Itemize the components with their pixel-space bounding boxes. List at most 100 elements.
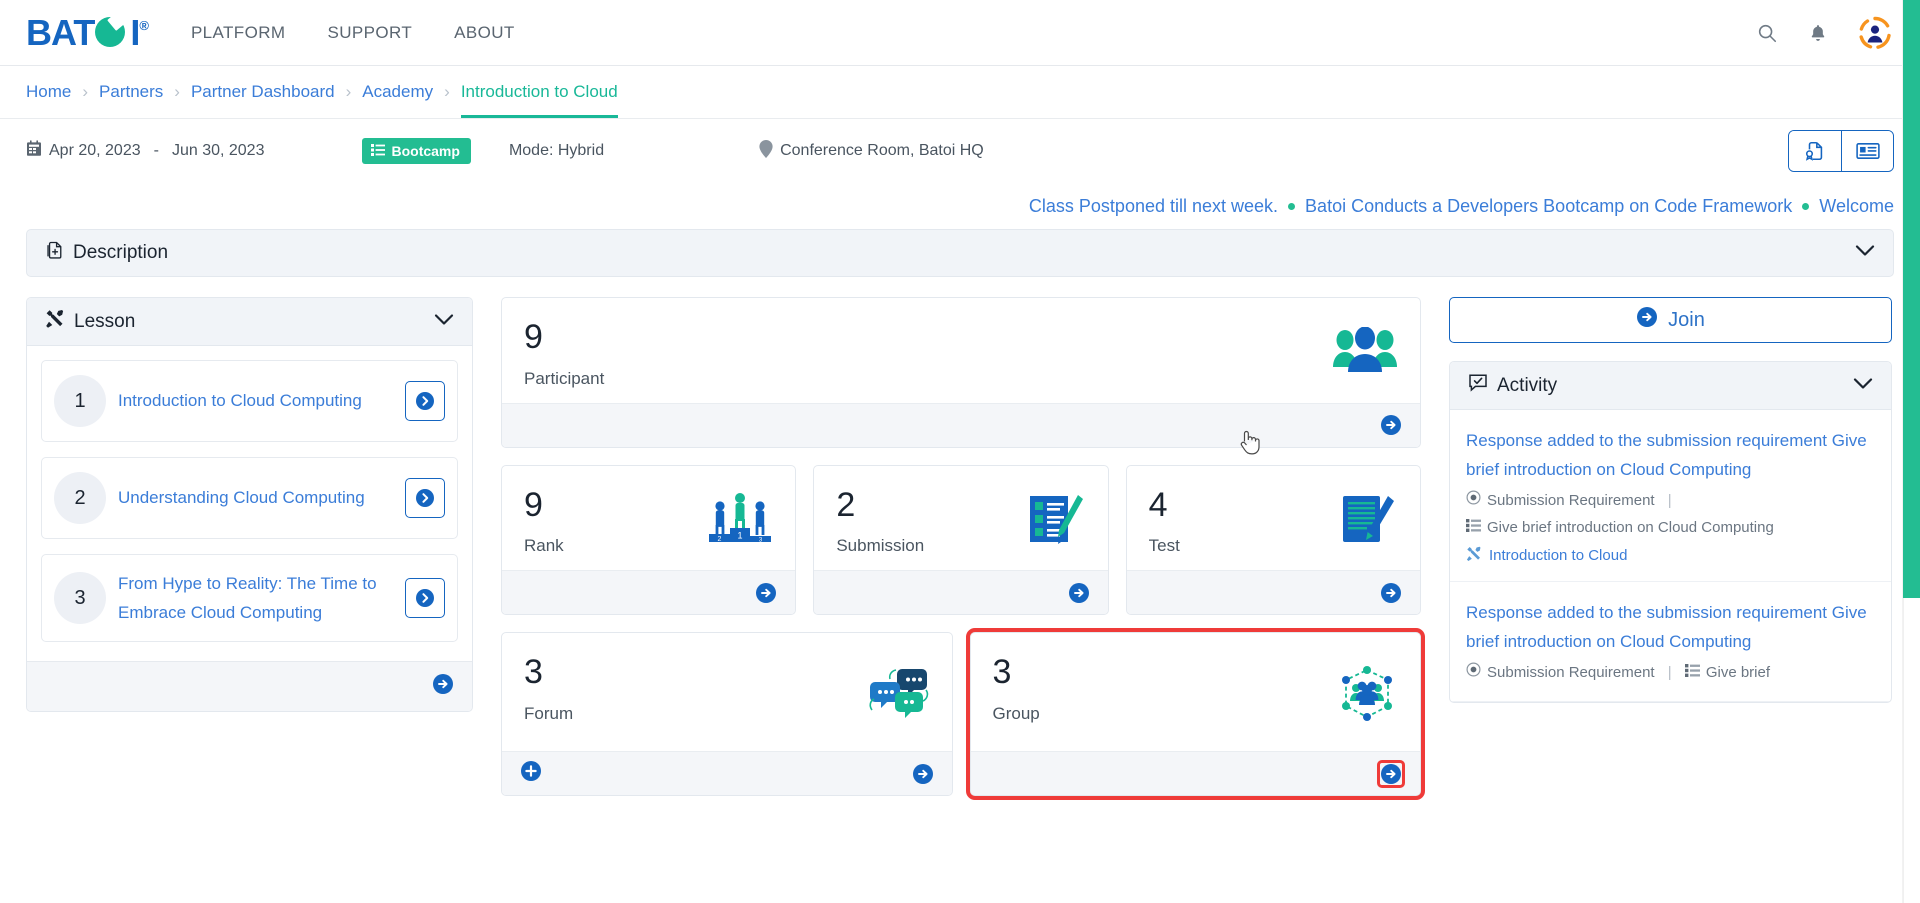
stat-card-rank[interactable]: 9 Rank 1 2 3 xyxy=(501,464,797,616)
rank-count: 9 xyxy=(524,485,543,524)
date-end: Jun 30, 2023 xyxy=(171,142,265,159)
radio-dot-icon xyxy=(1466,660,1481,687)
chat-bubbles-icon xyxy=(868,666,930,727)
group-count: 3 xyxy=(992,653,1012,692)
lesson-item[interactable]: 2 Understanding Cloud Computing xyxy=(41,457,458,539)
description-section: Description xyxy=(0,229,1920,277)
activity-meta: Submission Requirement | xyxy=(1466,488,1875,541)
activity-meta-separator: | xyxy=(1667,664,1672,682)
lesson-open-button[interactable] xyxy=(405,381,445,421)
notification-bell-icon[interactable] xyxy=(1808,22,1828,44)
activity-column: Join Activity Response added to the subm… xyxy=(1449,297,1892,703)
stat-card-group[interactable]: 3 Group xyxy=(965,628,1425,801)
lesson-panel-title: Lesson xyxy=(74,310,136,332)
certificate-icon[interactable] xyxy=(1789,131,1841,171)
lesson-item[interactable]: 1 Introduction to Cloud Computing xyxy=(41,360,458,442)
stats-row-3: 3 Forum 3 Group xyxy=(501,628,1425,801)
description-accordion[interactable]: Description xyxy=(26,229,1894,277)
breadcrumb-item-partners[interactable]: Partners xyxy=(99,82,163,102)
lesson-panel-header[interactable]: Lesson xyxy=(27,298,472,346)
test-label: Test xyxy=(1148,536,1180,556)
stat-card-submission[interactable]: 2 Submission xyxy=(813,464,1109,616)
lesson-open-button[interactable] xyxy=(405,478,445,518)
activity-panel-title: Activity xyxy=(1497,374,1558,396)
lesson-item[interactable]: 3 From Hype to Reality: The Time to Embr… xyxy=(41,554,458,643)
breadcrumb-item-partner-dashboard[interactable]: Partner Dashboard xyxy=(191,82,335,102)
breadcrumb-item-introduction-to-cloud[interactable]: Introduction to Cloud xyxy=(460,82,618,118)
submission-card-footer xyxy=(814,570,1108,615)
participant-label: Participant xyxy=(524,368,605,388)
join-button[interactable]: Join xyxy=(1449,297,1892,343)
chevron-down-icon[interactable] xyxy=(1855,244,1875,262)
submission-next-button[interactable] xyxy=(1068,582,1090,604)
forum-add-button[interactable] xyxy=(520,760,542,787)
page-scrollbar[interactable] xyxy=(1903,0,1920,903)
activity-type-label: Submission Requirement xyxy=(1487,664,1655,682)
scrollbar-thumb[interactable] xyxy=(1903,0,1920,598)
radio-dot-icon xyxy=(1466,488,1481,515)
breadcrumb-item-home[interactable]: Home xyxy=(26,82,71,102)
submission-card-body: 2 Submission xyxy=(814,466,1107,571)
lesson-number: 3 xyxy=(54,572,106,625)
activity-item: Response added to the submission require… xyxy=(1450,582,1891,702)
nav-item-platform[interactable]: PLATFORM xyxy=(191,23,286,43)
group-label: Group xyxy=(992,704,1040,724)
lesson-title[interactable]: Understanding Cloud Computing xyxy=(118,483,393,512)
main-content: Lesson 1 Introduction to Cloud Computing xyxy=(0,297,1920,813)
chevron-down-icon[interactable] xyxy=(434,313,454,331)
nav-item-support[interactable]: SUPPORT xyxy=(327,23,412,43)
course-location: Conference Room, Batoi HQ xyxy=(759,139,984,163)
activity-panel: Activity Response added to the submissio… xyxy=(1449,361,1892,703)
stat-card-test[interactable]: 4 Test xyxy=(1125,464,1421,616)
test-card-footer xyxy=(1126,570,1420,615)
activity-title[interactable]: Response added to the submission require… xyxy=(1466,426,1875,484)
course-info-bar: Apr 20, 2023 - Jun 30, 2023 Bootcamp Mod… xyxy=(0,119,1920,183)
lesson-title[interactable]: From Hype to Reality: The Time to Embrac… xyxy=(118,569,393,627)
logo-text-bat: BAT xyxy=(26,11,95,53)
id-card-icon[interactable] xyxy=(1841,131,1893,171)
comment-activity-icon xyxy=(1468,373,1488,398)
breadcrumb-item-academy[interactable]: Academy xyxy=(362,82,433,102)
stats-row-2: 9 Rank 1 2 3 2 Submission 4 Test xyxy=(501,464,1421,616)
activity-type-group: Submission Requirement xyxy=(1466,488,1655,515)
chevron-down-icon[interactable] xyxy=(1853,377,1873,395)
forum-card-body: 3 Forum xyxy=(502,633,952,751)
participant-next-button[interactable] xyxy=(1380,414,1402,436)
user-avatar[interactable] xyxy=(1858,16,1892,50)
activity-ref-label: Give brief xyxy=(1705,664,1771,682)
ticker-item-2: Batoi Conducts a Developers Bootcamp on … xyxy=(1305,195,1793,216)
search-icon[interactable] xyxy=(1756,22,1778,44)
main-nav-links: PLATFORM SUPPORT ABOUT xyxy=(191,23,515,43)
activity-meta: Submission Requirement | xyxy=(1466,660,1875,687)
announcement-ticker: Class Postponed till next week. Batoi Co… xyxy=(0,183,1920,229)
logo-mark-icon xyxy=(95,10,129,48)
activity-list[interactable]: Response added to the submission require… xyxy=(1450,410,1891,702)
svg-text:1: 1 xyxy=(738,530,743,540)
test-next-button[interactable] xyxy=(1380,582,1402,604)
activity-ref-group: Give brief xyxy=(1684,660,1771,687)
lesson-number: 1 xyxy=(54,375,106,427)
rank-card-footer xyxy=(502,570,796,615)
lesson-panel-next-button[interactable] xyxy=(432,673,454,700)
tools-icon xyxy=(1466,546,1482,566)
activity-course-link[interactable]: Introduction to Cloud xyxy=(1466,546,1627,566)
activity-ref-group: Give brief introduction on Cloud Computi… xyxy=(1466,515,1774,542)
lesson-open-button[interactable] xyxy=(405,578,445,619)
activity-panel-header[interactable]: Activity xyxy=(1450,362,1891,410)
checklist-pen-icon xyxy=(1028,493,1086,552)
forum-next-button[interactable] xyxy=(912,763,934,785)
activity-title[interactable]: Response added to the submission require… xyxy=(1466,598,1875,656)
activity-type-label: Submission Requirement xyxy=(1487,492,1655,510)
stat-card-participant[interactable]: 9 Participant xyxy=(501,297,1421,448)
top-navigation-bar: BAT I ® PLATFORM SUPPORT ABOUT xyxy=(0,0,1920,66)
batoi-logo[interactable]: BAT I ® xyxy=(26,10,149,53)
list-icon xyxy=(371,143,386,159)
group-next-button[interactable] xyxy=(1377,759,1405,788)
nav-item-about[interactable]: ABOUT xyxy=(454,23,515,43)
document-add-icon xyxy=(45,241,64,266)
rank-card-body: 9 Rank 1 2 3 xyxy=(502,466,795,571)
lesson-title[interactable]: Introduction to Cloud Computing xyxy=(118,386,393,415)
stat-card-forum[interactable]: 3 Forum xyxy=(501,632,953,797)
rank-next-button[interactable] xyxy=(755,582,777,604)
course-date-range: Apr 20, 2023 - Jun 30, 2023 xyxy=(26,140,264,162)
